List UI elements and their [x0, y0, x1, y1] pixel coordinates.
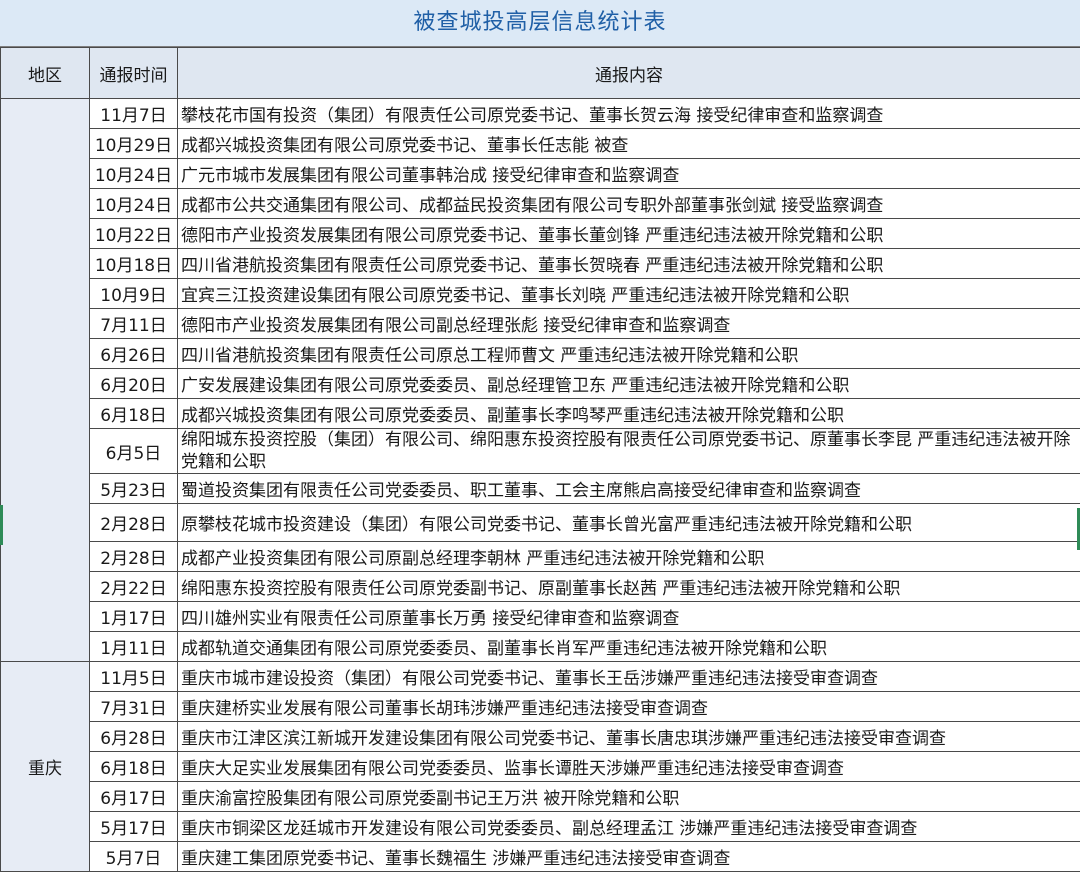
- table-row: 6月17日 重庆渝富控股集团有限公司原党委副书记王万洪 被开除党籍和公职: [1, 781, 1080, 812]
- table-title: 被查城投高层信息统计表: [0, 0, 1080, 47]
- content-cell[interactable]: 重庆建工集团原党委书记、董事长魏福生 涉嫌严重违纪违法接受审查调查: [177, 841, 1080, 872]
- content-cell[interactable]: 绵阳城东投资控股（集团）有限公司、绵阳惠东投资控股有限责任公司原党委书记、原董事…: [177, 428, 1080, 474]
- date-cell[interactable]: 11月5日: [89, 661, 178, 692]
- content-cell[interactable]: 广元市城市发展集团有限公司董事韩治成 接受纪律审查和监察调查: [177, 158, 1080, 189]
- content-cell[interactable]: 四川雄州实业有限责任公司原董事长万勇 接受纪律审查和监察调查: [177, 601, 1080, 632]
- date-cell[interactable]: 1月17日: [89, 601, 178, 632]
- table-row: 10月9日 宜宾三江投资建设集团有限公司原党委书记、董事长刘晓 严重违纪违法被开除…: [1, 278, 1080, 309]
- selection-marker-left: [0, 505, 3, 545]
- table-row: 5月7日 重庆建工集团原党委书记、董事长魏福生 涉嫌严重违纪违法接受审查调查: [1, 841, 1080, 872]
- date-cell[interactable]: 10月9日: [89, 278, 178, 309]
- date-cell[interactable]: 2月22日: [89, 571, 178, 602]
- region-cell[interactable]: 重庆: [0, 661, 90, 872]
- date-cell[interactable]: 5月17日: [89, 811, 178, 842]
- date-cell[interactable]: 6月17日: [89, 781, 178, 812]
- header-row: 地区 通报时间 通报内容: [0, 47, 1080, 99]
- table-row: 10月22日 德阳市产业投资发展集团有限公司原党委书记、董事长董剑锋 严重违纪违法…: [1, 218, 1080, 249]
- table-row: 重庆 11月5日 重庆市城市建设投资（集团）有限公司党委书记、董事长王岳涉嫌严重违纪…: [0, 661, 1080, 872]
- content-cell[interactable]: 宜宾三江投资建设集团有限公司原党委书记、董事长刘晓 严重违纪违法被开除党籍和公职: [177, 278, 1080, 309]
- table-row: 6月5日 绵阳城东投资控股（集团）有限公司、绵阳惠东投资控股有限责任公司原党委书记…: [1, 428, 1080, 474]
- content-cell[interactable]: 攀枝花市国有投资（集团）有限责任公司原党委书记、董事长贺云海 接受纪律审查和监察…: [177, 98, 1080, 129]
- content-cell[interactable]: 重庆市铜梁区龙廷城市开发建设有限公司党委委员、副总经理孟江 涉嫌严重违纪违法接受…: [177, 811, 1080, 842]
- content-cell[interactable]: 四川省港航投资集团有限责任公司原党委书记、董事长贺晓春 严重违纪违法被开除党籍和…: [177, 248, 1080, 279]
- content-cell[interactable]: 蜀道投资集团有限责任公司党委委员、职工董事、工会主席熊启高接受纪律审查和监察调查: [177, 473, 1080, 504]
- table-row: 10月29日 成都兴城投资集团有限公司原党委书记、董事长任志能 被查: [1, 128, 1080, 159]
- content-cell[interactable]: 成都产业投资集团有限公司原副总经理李朝林 严重违纪违法被开除党籍和公职: [177, 541, 1080, 572]
- date-cell[interactable]: 10月24日: [89, 158, 178, 189]
- date-cell[interactable]: 6月28日: [89, 721, 178, 752]
- table-row: 6月26日 四川省港航投资集团有限责任公司原总工程师曹文 严重违纪违法被开除党籍和…: [1, 338, 1080, 369]
- content-cell[interactable]: 重庆渝富控股集团有限公司原党委副书记王万洪 被开除党籍和公职: [177, 781, 1080, 812]
- content-cell[interactable]: 广安发展建设集团有限公司原党委委员、副总经理管卫东 严重违纪违法被开除党籍和公职: [177, 368, 1080, 399]
- table-row: 10月24日 成都市公共交通集团有限公司、成都益民投资集团有限公司专职外部董事张剑…: [1, 188, 1080, 219]
- table-row: 7月11日 德阳市产业投资发展集团有限公司副总经理张彪 接受纪律审查和监察调查: [1, 308, 1080, 339]
- date-cell[interactable]: 10月22日: [89, 218, 178, 249]
- table-row: 2月28日 原攀枝花城市投资建设（集团）有限公司党委书记、董事长曾光富严重违纪违法…: [1, 503, 1080, 542]
- content-cell[interactable]: 重庆市城市建设投资（集团）有限公司党委书记、董事长王岳涉嫌严重违纪违法接受审查调…: [177, 661, 1080, 692]
- table-row: 2月28日 成都产业投资集团有限公司原副总经理李朝林 严重违纪违法被开除党籍和公职: [1, 541, 1080, 572]
- table-row: 1月11日 成都轨道交通集团有限公司原党委委员、副董事长肖军严重违纪违法被开除党籍…: [1, 631, 1080, 662]
- content-cell[interactable]: 成都轨道交通集团有限公司原党委委员、副董事长肖军严重违纪违法被开除党籍和公职: [177, 631, 1080, 662]
- content-cell[interactable]: 成都市公共交通集团有限公司、成都益民投资集团有限公司专职外部董事张剑斌 接受监察…: [177, 188, 1080, 219]
- table-row: 11月7日 攀枝花市国有投资（集团）有限责任公司原党委书记、董事长贺云海 接受纪律…: [0, 98, 1080, 662]
- table-row: 6月28日 重庆市江津区滨江新城开发建设集团有限公司党委书记、董事长唐忠琪涉嫌严重…: [1, 721, 1080, 752]
- date-cell[interactable]: 10月18日: [89, 248, 178, 279]
- date-cell[interactable]: 11月7日: [89, 98, 178, 129]
- header-content[interactable]: 通报内容: [177, 47, 1080, 99]
- date-cell[interactable]: 5月7日: [89, 841, 178, 872]
- header-region[interactable]: 地区: [0, 47, 90, 99]
- table-row: 1月17日 四川雄州实业有限责任公司原董事长万勇 接受纪律审查和监察调查: [1, 601, 1080, 632]
- stats-table: 地区 通报时间 通报内容 11月7日 攀枝花市国有投资（集团）有限责任公司原党委书…: [0, 47, 1080, 872]
- content-cell[interactable]: 重庆市江津区滨江新城开发建设集团有限公司党委书记、董事长唐忠琪涉嫌严重违纪违法接…: [177, 721, 1080, 752]
- table-row: 6月20日 广安发展建设集团有限公司原党委委员、副总经理管卫东 严重违纪违法被开除…: [1, 368, 1080, 399]
- table-row: 10月18日 四川省港航投资集团有限责任公司原党委书记、董事长贺晓春 严重违纪违法…: [1, 248, 1080, 279]
- content-cell[interactable]: 绵阳惠东投资控股有限责任公司原党委副书记、原副董事长赵茜 严重违纪违法被开除党籍…: [177, 571, 1080, 602]
- spreadsheet: 被查城投高层信息统计表 地区 通报时间 通报内容 11月7日 攀枝花市国有投资（集…: [0, 0, 1080, 886]
- date-cell[interactable]: 10月24日: [89, 188, 178, 219]
- content-cell[interactable]: 原攀枝花城市投资建设（集团）有限公司党委书记、董事长曾光富严重违纪违法被开除党籍…: [177, 503, 1080, 542]
- date-cell[interactable]: 6月5日: [89, 428, 178, 474]
- header-date[interactable]: 通报时间: [89, 47, 178, 99]
- date-cell[interactable]: 5月23日: [89, 473, 178, 504]
- date-cell[interactable]: 6月26日: [89, 338, 178, 369]
- content-cell[interactable]: 重庆大足实业发展集团有限公司党委委员、监事长谭胜天涉嫌严重违纪违法接受审查调查: [177, 751, 1080, 782]
- date-cell[interactable]: 6月20日: [89, 368, 178, 399]
- content-cell[interactable]: 德阳市产业投资发展集团有限公司原党委书记、董事长董剑锋 严重违纪违法被开除党籍和…: [177, 218, 1080, 249]
- table-row: 5月17日 重庆市铜梁区龙廷城市开发建设有限公司党委委员、副总经理孟江 涉嫌严重违…: [1, 811, 1080, 842]
- date-cell[interactable]: 2月28日: [89, 541, 178, 572]
- date-cell[interactable]: 6月18日: [89, 398, 178, 429]
- content-cell[interactable]: 成都兴城投资集团有限公司原党委书记、董事长任志能 被查: [177, 128, 1080, 159]
- table-row: 2月22日 绵阳惠东投资控股有限责任公司原党委副书记、原副董事长赵茜 严重违纪违法…: [1, 571, 1080, 602]
- table-row: 7月31日 重庆建桥实业发展有限公司董事长胡玮涉嫌严重违纪违法接受审查调查: [1, 691, 1080, 722]
- table-row: 6月18日 成都兴城投资集团有限公司原党委委员、副董事长李鸣琴严重违纪违法被开除党…: [1, 398, 1080, 429]
- table-row: 5月23日 蜀道投资集团有限责任公司党委委员、职工董事、工会主席熊启高接受纪律审查…: [1, 473, 1080, 504]
- date-cell[interactable]: 7月31日: [89, 691, 178, 722]
- content-cell[interactable]: 重庆建桥实业发展有限公司董事长胡玮涉嫌严重违纪违法接受审查调查: [177, 691, 1080, 722]
- date-cell[interactable]: 2月28日: [89, 503, 178, 542]
- date-cell[interactable]: 6月18日: [89, 751, 178, 782]
- content-cell[interactable]: 德阳市产业投资发展集团有限公司副总经理张彪 接受纪律审查和监察调查: [177, 308, 1080, 339]
- table-row: 10月24日 广元市城市发展集团有限公司董事韩治成 接受纪律审查和监察调查: [1, 158, 1080, 189]
- content-cell[interactable]: 四川省港航投资集团有限责任公司原总工程师曹文 严重违纪违法被开除党籍和公职: [177, 338, 1080, 369]
- table-body: 11月7日 攀枝花市国有投资（集团）有限责任公司原党委书记、董事长贺云海 接受纪律…: [0, 98, 1080, 872]
- date-cell[interactable]: 1月11日: [89, 631, 178, 662]
- region-cell[interactable]: [0, 98, 90, 662]
- date-cell[interactable]: 7月11日: [89, 308, 178, 339]
- content-cell[interactable]: 成都兴城投资集团有限公司原党委委员、副董事长李鸣琴严重违纪违法被开除党籍和公职: [177, 398, 1080, 429]
- date-cell[interactable]: 10月29日: [89, 128, 178, 159]
- table-row: 6月18日 重庆大足实业发展集团有限公司党委委员、监事长谭胜天涉嫌严重违纪违法接受…: [1, 751, 1080, 782]
